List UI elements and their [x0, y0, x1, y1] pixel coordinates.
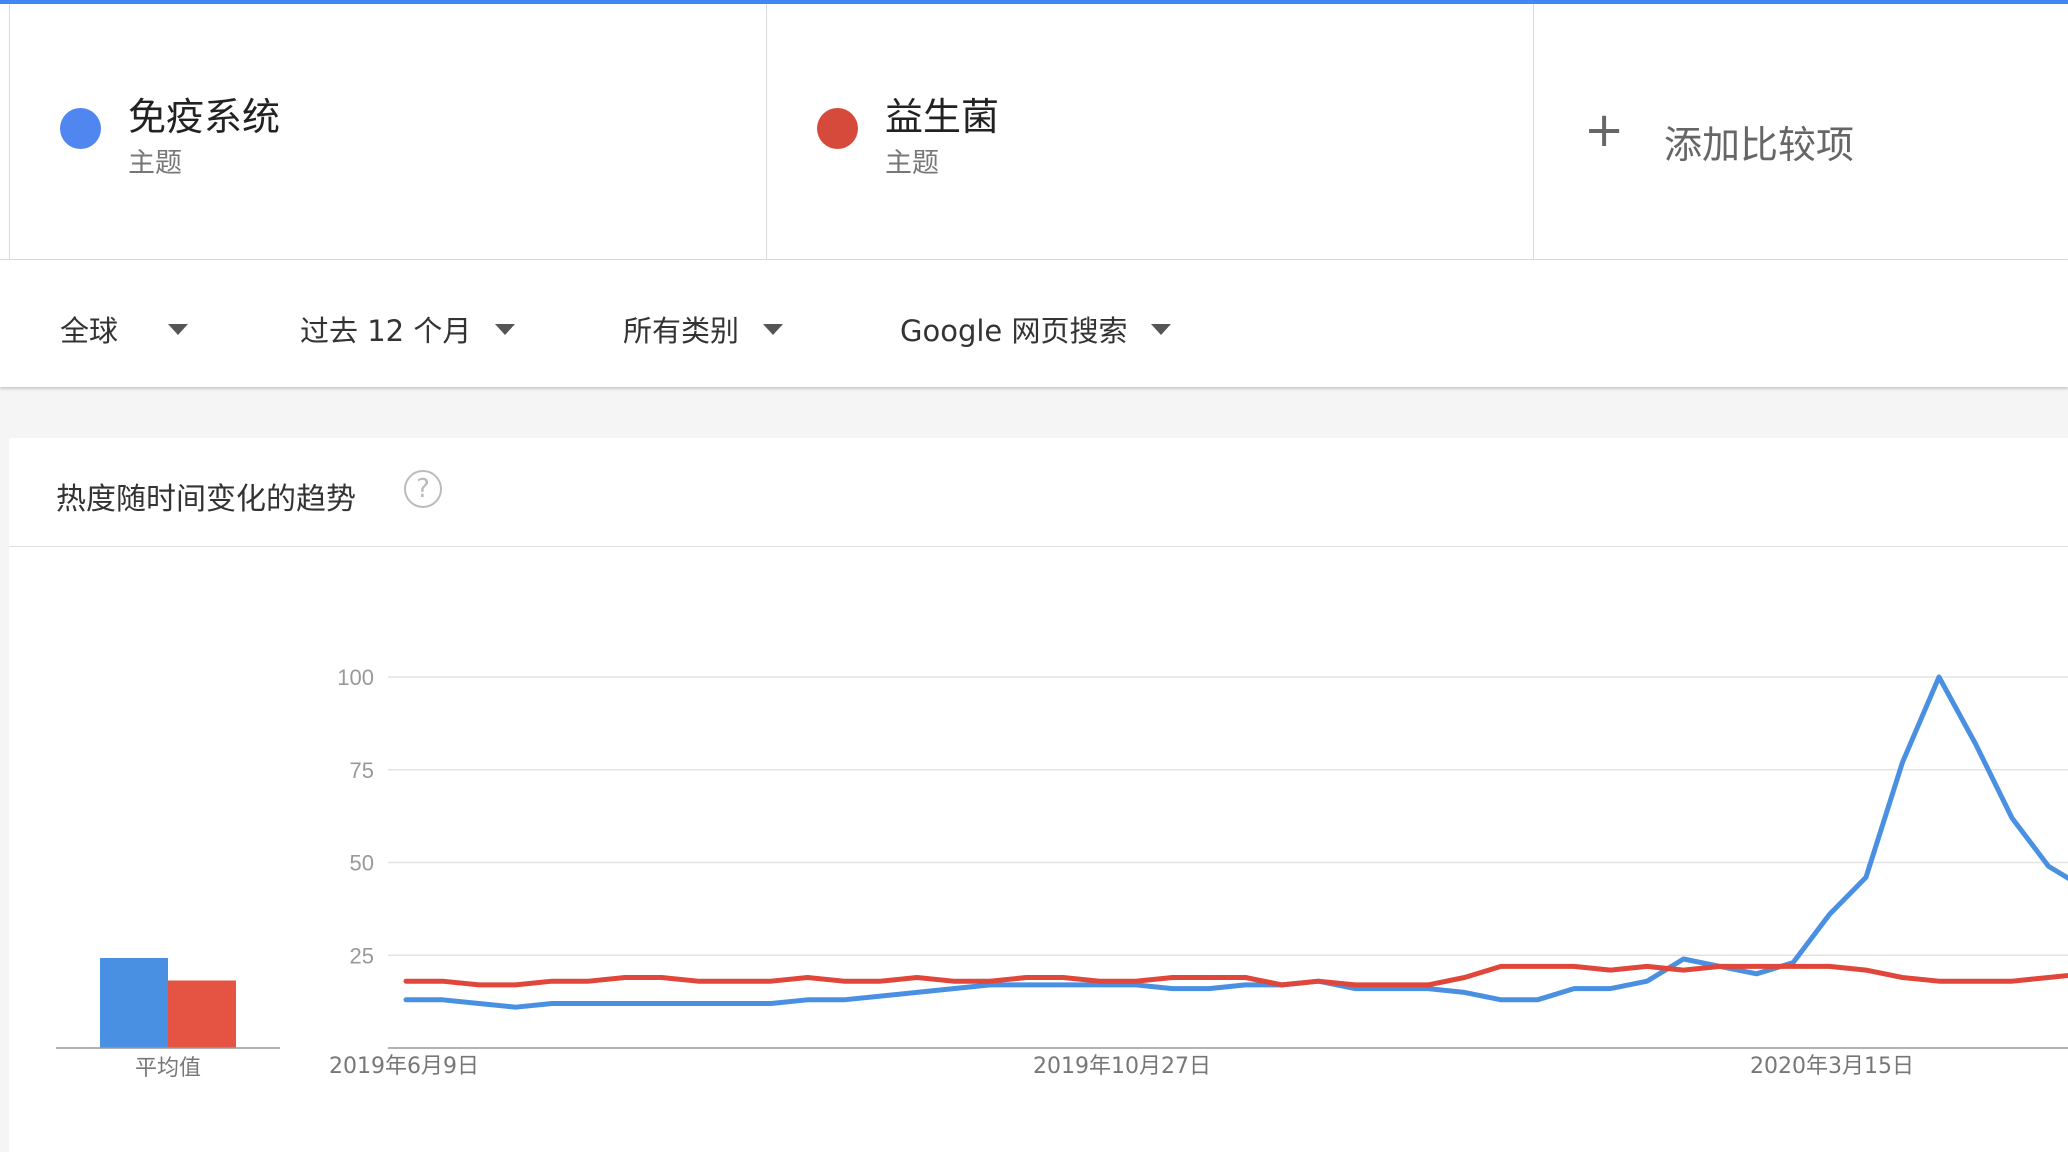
y-tick-label: 25 [350, 943, 374, 968]
trend-chart: 25 50 75 100 2019年6月9日 2019年10月27日 2020年3月15日 平… [56, 665, 2068, 1081]
average-bar-0 [100, 958, 168, 1048]
average-label: 平均值 [135, 1056, 201, 1081]
series-line-0 [403, 674, 2068, 1010]
add-comparison-button[interactable]: + 添加比较项 [1534, 4, 2068, 259]
time-range-dropdown-label: 过去 12 个月 [300, 314, 472, 348]
search-type-dropdown[interactable]: Google 网页搜索 [900, 308, 1172, 350]
y-tick-label: 75 [350, 758, 374, 783]
caret-down-icon [495, 323, 516, 335]
compare-bar: 免疫系统 主题 益生菌 主题 + 添加比较项 [0, 4, 2068, 260]
x-tick-label: 2019年6月9日 [329, 1054, 479, 1079]
series-color-dot [60, 108, 101, 149]
term-card-probiotics[interactable]: 益生菌 主题 [767, 4, 1534, 259]
average-bar-1 [168, 980, 236, 1048]
filter-bar: 全球 过去 12 个月 所有类别 Google 网页搜索 [0, 260, 2068, 387]
series-color-dot [817, 108, 858, 149]
term-type: 主题 [128, 148, 182, 179]
region-dropdown-label: 全球 [60, 314, 119, 348]
category-dropdown[interactable]: 所有类别 [623, 308, 784, 350]
add-comparison-label: 添加比较项 [1664, 123, 1855, 167]
search-type-dropdown-label: Google 网页搜索 [900, 314, 1128, 348]
category-dropdown-label: 所有类别 [623, 314, 740, 348]
caret-down-icon [763, 323, 784, 335]
term-type: 主题 [885, 148, 939, 179]
caret-down-icon [1151, 323, 1172, 335]
term-name: 益生菌 [885, 95, 1000, 139]
region-dropdown[interactable]: 全球 [60, 308, 189, 350]
term-card-immune-system[interactable]: 免疫系统 主题 [9, 4, 767, 259]
x-tick-label: 2020年3月15日 [1750, 1054, 1914, 1079]
term-name: 免疫系统 [128, 95, 281, 139]
y-tick-label: 100 [337, 665, 374, 690]
y-tick-label: 50 [350, 851, 374, 876]
series-line-1 [403, 963, 2068, 988]
caret-down-icon [168, 323, 189, 335]
time-range-dropdown[interactable]: 过去 12 个月 [300, 308, 516, 350]
x-tick-label: 2019年10月27日 [1033, 1054, 1211, 1079]
plus-icon: + [1584, 102, 1625, 158]
interest-over-time-card: 热度随时间变化的趋势 ? 25 50 75 100 2019年6月9日 2019年10月2… [9, 438, 2068, 1152]
